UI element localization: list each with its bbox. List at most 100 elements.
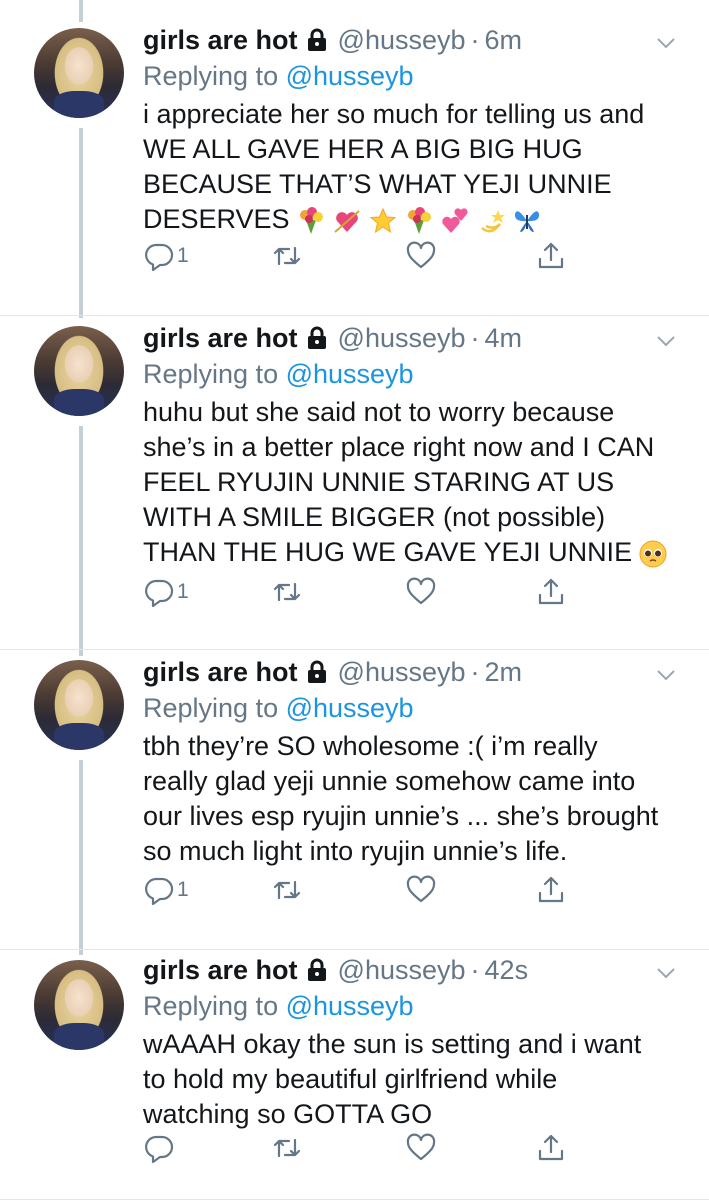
display-name[interactable]: girls are hot: [143, 656, 298, 688]
tweet-header: girls are hot @husseyb · 4m: [143, 322, 679, 354]
lock-icon: [307, 958, 326, 981]
like-icon: [406, 1133, 436, 1161]
tweet-line: WITH A SMILE BIGGER (not possible): [143, 502, 606, 532]
chevron-down-icon[interactable]: [653, 662, 679, 688]
reply-icon: [145, 1135, 174, 1164]
tweet-line: really glad yeji unnie somehow came into: [143, 766, 636, 796]
reply-button[interactable]: 1: [143, 240, 189, 272]
user-handle[interactable]: @husseyb: [338, 656, 466, 688]
chevron-down-icon[interactable]: [653, 960, 679, 986]
reply-icon: [145, 243, 174, 272]
reply-icon: [145, 877, 174, 906]
replying-mention[interactable]: @husseyb: [286, 61, 414, 91]
timestamp[interactable]: 42s: [485, 954, 529, 986]
retweet-icon: [273, 880, 301, 900]
replying-mention[interactable]: @husseyb: [286, 693, 414, 723]
tweet-line: DESERVES: [143, 204, 290, 234]
separator-dot: ·: [470, 25, 480, 55]
bouquet-emoji: [299, 206, 323, 234]
retweet-button[interactable]: [271, 576, 303, 608]
reply-button[interactable]: 1: [143, 874, 189, 906]
reply-button[interactable]: 1: [143, 576, 189, 608]
share-button[interactable]: [535, 240, 567, 272]
glowing-star-emoji: [369, 207, 396, 233]
retweet-button[interactable]: [271, 1132, 303, 1164]
heart-arrow-emoji: [333, 210, 360, 233]
like-icon: [406, 241, 436, 269]
replying-prefix: Replying to: [143, 61, 286, 91]
user-handle[interactable]: @husseyb: [338, 954, 466, 986]
tweet[interactable]: girls are hot @husseyb · 6m Replying to …: [0, 0, 709, 316]
tweet-line: i appreciate her so much for telling us …: [143, 99, 645, 129]
replying-mention[interactable]: @husseyb: [286, 359, 414, 389]
tweet-line: to hold my beautiful girlfriend while: [143, 1064, 558, 1094]
chevron-down-icon[interactable]: [653, 328, 679, 354]
replying-prefix: Replying to: [143, 991, 286, 1021]
timestamp[interactable]: 2m: [485, 656, 523, 688]
lock-icon: [307, 28, 326, 51]
lock-icon: [307, 326, 326, 349]
share-icon: [538, 876, 564, 903]
like-icon: [406, 875, 436, 903]
chevron-down-icon[interactable]: [653, 30, 679, 56]
pleading-face-emoji: [639, 540, 667, 568]
tweet-text: wAAAH okay the sun is setting and i want…: [143, 1027, 679, 1132]
reply-icon: [145, 579, 174, 608]
tweet-text: huhu but she said not to worry because s…: [143, 395, 679, 570]
tweet-line: WE ALL GAVE HER A BIG BIG HUG: [143, 134, 583, 164]
like-button[interactable]: [405, 576, 437, 608]
tweet-line: she’s in a better place right now and I …: [143, 432, 655, 462]
retweet-button[interactable]: [271, 240, 303, 272]
display-name[interactable]: girls are hot: [143, 24, 298, 56]
tweet-line: watching so GOTTA GO: [143, 1099, 433, 1129]
retweet-icon: [273, 582, 301, 602]
tweet[interactable]: girls are hot @husseyb · 4m Replying to …: [0, 316, 709, 650]
display-name[interactable]: girls are hot: [143, 954, 298, 986]
share-icon: [538, 578, 564, 605]
retweet-button[interactable]: [271, 874, 303, 906]
avatar[interactable]: [34, 28, 124, 118]
tweet-line: huhu but she said not to worry because: [143, 397, 615, 427]
tweet-text: tbh they’re SO wholesome :( i’m really r…: [143, 729, 679, 869]
tweet-line: FEEL RYUJIN UNNIE STARING AT US: [143, 467, 615, 497]
like-button[interactable]: [405, 240, 437, 272]
emoji-row: [638, 539, 668, 569]
tweet[interactable]: girls are hot @husseyb · 2m Replying to …: [0, 650, 709, 950]
tweet[interactable]: girls are hot @husseyb · 42s Replying to…: [0, 950, 709, 1200]
lock-icon: [307, 660, 326, 683]
share-icon: [538, 242, 564, 269]
separator-dot: ·: [470, 657, 480, 687]
reply-button[interactable]: [143, 1132, 177, 1164]
tweet-line: BECAUSE THAT’S WHAT YEJI UNNIE: [143, 169, 612, 199]
timestamp[interactable]: 4m: [485, 322, 523, 354]
replying-to: Replying to @husseyb: [143, 357, 679, 391]
display-name[interactable]: girls are hot: [143, 322, 298, 354]
timestamp[interactable]: 6m: [485, 24, 523, 56]
like-button[interactable]: [405, 874, 437, 906]
tweet-text: i appreciate her so much for telling us …: [143, 97, 679, 237]
share-button[interactable]: [535, 576, 567, 608]
tweet-line: so much light into ryujin unnie’s life.: [143, 836, 568, 866]
separator-dot: ·: [470, 955, 480, 985]
avatar[interactable]: [34, 960, 124, 1050]
user-handle[interactable]: @husseyb: [338, 322, 466, 354]
avatar[interactable]: [34, 660, 124, 750]
replying-to: Replying to @husseyb: [143, 691, 679, 725]
like-button[interactable]: [405, 1132, 437, 1164]
reply-count: 1: [177, 244, 189, 267]
two-hearts-emoji: [441, 208, 468, 233]
tweet-line: our lives esp ryujin unnie’s ... she’s b…: [143, 801, 659, 831]
tweet-header: girls are hot @husseyb · 42s: [143, 954, 679, 986]
replying-prefix: Replying to: [143, 693, 286, 723]
reply-count: 1: [177, 580, 189, 603]
share-button[interactable]: [535, 874, 567, 906]
like-icon: [406, 577, 436, 605]
tweet-header: girls are hot @husseyb · 6m: [143, 24, 679, 56]
tweet-line: wAAAH okay the sun is setting and i want: [143, 1029, 642, 1059]
tweet-line: THAN THE HUG WE GAVE YEJI UNNIE: [143, 537, 633, 567]
separator-dot: ·: [470, 323, 480, 353]
replying-mention[interactable]: @husseyb: [286, 991, 414, 1021]
avatar[interactable]: [34, 326, 124, 416]
share-button[interactable]: [535, 1132, 567, 1164]
user-handle[interactable]: @husseyb: [338, 24, 466, 56]
